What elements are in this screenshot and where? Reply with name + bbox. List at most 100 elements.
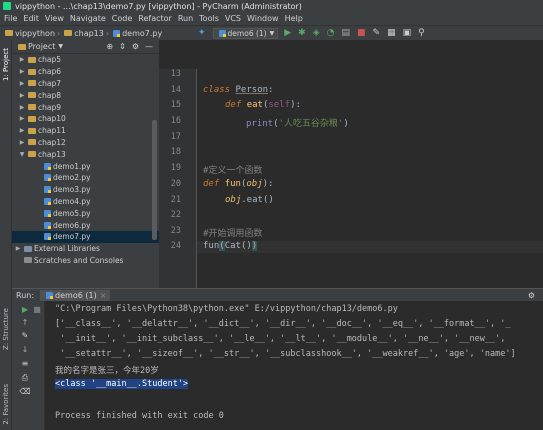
project-panel: Project ▼ ⊕ ⇕ ⚙ — ▶ chap5 ▶ chap6 ▶ chap7 ▶ cha…: [12, 40, 159, 288]
stop-icon[interactable]: ■: [31, 305, 43, 314]
build-hammer-icon[interactable]: ✦: [198, 28, 206, 39]
function-name: fun: [224, 179, 241, 189]
chevron-right-icon[interactable]: ▶: [18, 139, 26, 146]
chevron-right-icon[interactable]: ▶: [18, 115, 26, 122]
menu-vcs[interactable]: VCS: [225, 14, 241, 23]
chevron-down-icon[interactable]: ▼: [18, 151, 26, 158]
debug-bug-icon[interactable]: ✱: [298, 28, 306, 39]
breadcrumb-project[interactable]: vippython: [15, 29, 55, 38]
tree-item[interactable]: ▶ chap8: [12, 89, 159, 101]
menu-help[interactable]: Help: [285, 14, 303, 23]
gear-icon[interactable]: ⚙: [528, 291, 535, 300]
line-number: 15: [170, 100, 181, 110]
title-bar: vippython - ...\chap13\demo7.py [vippyth…: [0, 0, 543, 12]
tree-item[interactable]: demo6.py: [12, 219, 159, 231]
breadcrumb-folder[interactable]: chap13: [74, 29, 104, 38]
tree-item-label: External Libraries: [34, 244, 100, 254]
structure-tool-button[interactable]: Z: Structure: [2, 308, 10, 350]
tree-item[interactable]: ▶ External Libraries: [12, 243, 159, 255]
soft-wrap-icon[interactable]: ≡: [19, 359, 31, 368]
menu-navigate[interactable]: Navigate: [70, 14, 106, 23]
collapse-icon[interactable]: ⇕: [119, 42, 126, 51]
tree-item[interactable]: demo1.py: [12, 160, 159, 172]
tree-item[interactable]: ▼ chap13: [12, 148, 159, 160]
chevron-right-icon[interactable]: ▶: [18, 92, 26, 99]
wrench-icon[interactable]: ✎: [19, 331, 31, 340]
tree-item[interactable]: Scratches and Consoles: [12, 255, 159, 267]
minimize-icon[interactable]: —: [145, 42, 153, 51]
run-tab[interactable]: demo6 (1) ×: [40, 289, 111, 301]
folder-icon: [28, 92, 36, 99]
menu-run[interactable]: Run: [178, 14, 193, 23]
menu-code[interactable]: Code: [112, 14, 132, 23]
tree-item[interactable]: ▶ chap5: [12, 54, 159, 66]
console-line: <class '__main__.Student'>: [55, 379, 189, 389]
chevron-right-icon[interactable]: ▶: [18, 80, 26, 87]
chevron-right-icon: ›: [57, 28, 61, 38]
code-line-14: class Person:: [203, 85, 273, 95]
folder-icon: [5, 30, 13, 36]
tree-item-label: demo4.py: [53, 196, 91, 206]
search-icon[interactable]: ⚲: [418, 28, 425, 39]
tree-item[interactable]: ▶ chap10: [12, 113, 159, 125]
tree-item[interactable]: demo3.py: [12, 184, 159, 196]
line-number: 23: [170, 226, 181, 236]
down-arrow-icon[interactable]: ↓: [19, 345, 31, 354]
menu-tools[interactable]: Tools: [199, 14, 219, 23]
line-number: 17: [170, 132, 181, 142]
favorites-tool-button[interactable]: 2: Favorites: [2, 384, 10, 425]
print-icon[interactable]: ⎙: [19, 373, 31, 383]
tree-item-label: chap8: [38, 90, 62, 100]
tree-item[interactable]: ▶ chap9: [12, 101, 159, 113]
profile-icon[interactable]: ◔: [327, 28, 335, 39]
chevron-right-icon[interactable]: ▶: [18, 104, 26, 111]
scratches-icon: [24, 257, 32, 264]
chevron-down-icon[interactable]: ▼: [58, 43, 63, 50]
run-play-icon[interactable]: ▶: [284, 28, 291, 39]
tree-item[interactable]: ▶ chap12: [12, 137, 159, 149]
project-tool-button[interactable]: 1: Project: [2, 48, 10, 81]
chevron-right-icon[interactable]: ▶: [14, 245, 22, 252]
rerun-play-icon[interactable]: ▶: [19, 305, 31, 314]
coverage-icon[interactable]: ◈: [313, 28, 320, 39]
tree-item[interactable]: demo4.py: [12, 196, 159, 208]
breadcrumb-file[interactable]: demo7.py: [122, 29, 162, 38]
tree-item[interactable]: ▶ chap7: [12, 78, 159, 90]
tree-item[interactable]: demo2.py: [12, 172, 159, 184]
menu-file[interactable]: File: [4, 14, 17, 23]
structure-icon[interactable]: ▦: [387, 28, 396, 39]
line-number: 13: [170, 69, 181, 79]
code-line-19: #定义一个函数: [203, 166, 263, 176]
tree-item[interactable]: ▶ chap11: [12, 125, 159, 137]
menu-window[interactable]: Window: [247, 14, 279, 23]
menu-edit[interactable]: Edit: [23, 14, 39, 23]
tree-item[interactable]: demo5.py: [12, 207, 159, 219]
run-console[interactable]: "C:\Program Files\Python38\python.exe" E…: [45, 301, 543, 430]
tree-item-label: chap11: [38, 126, 66, 136]
menu-refactor[interactable]: Refactor: [138, 14, 172, 23]
line-number: 22: [170, 210, 181, 220]
up-arrow-icon[interactable]: ↑: [19, 318, 31, 327]
tree-item[interactable]: demo7.py: [12, 230, 159, 243]
paren-match: ): [251, 241, 258, 251]
code-line-15: def eat(self):: [225, 100, 301, 110]
project-panel-title[interactable]: Project: [28, 42, 55, 51]
concurrency-icon[interactable]: ▤: [341, 28, 350, 39]
line-number: 21: [170, 195, 181, 205]
gear-icon[interactable]: ⚙: [132, 42, 139, 51]
code-editor[interactable]: class Person: def eat(self): print('人吃五谷…: [197, 69, 543, 288]
run-configuration-select[interactable]: demo6 (1) ▼: [212, 28, 279, 39]
tree-item-label: Scratches and Consoles: [34, 255, 124, 265]
chevron-right-icon[interactable]: ▶: [18, 68, 26, 75]
menu-view[interactable]: View: [45, 14, 64, 23]
tree-item[interactable]: ▶ chap6: [12, 66, 159, 78]
chevron-right-icon[interactable]: ▶: [18, 127, 26, 134]
stop-icon[interactable]: ■: [357, 28, 366, 39]
target-icon[interactable]: ⊕: [106, 42, 113, 51]
chevron-right-icon[interactable]: ▶: [18, 56, 26, 63]
settings-wrench-icon[interactable]: ✎: [373, 28, 381, 39]
layout-icon[interactable]: ▣: [403, 28, 412, 39]
delete-icon[interactable]: ⌫: [19, 387, 31, 396]
project-scrollbar[interactable]: [152, 120, 157, 240]
close-icon[interactable]: ×: [100, 291, 107, 300]
